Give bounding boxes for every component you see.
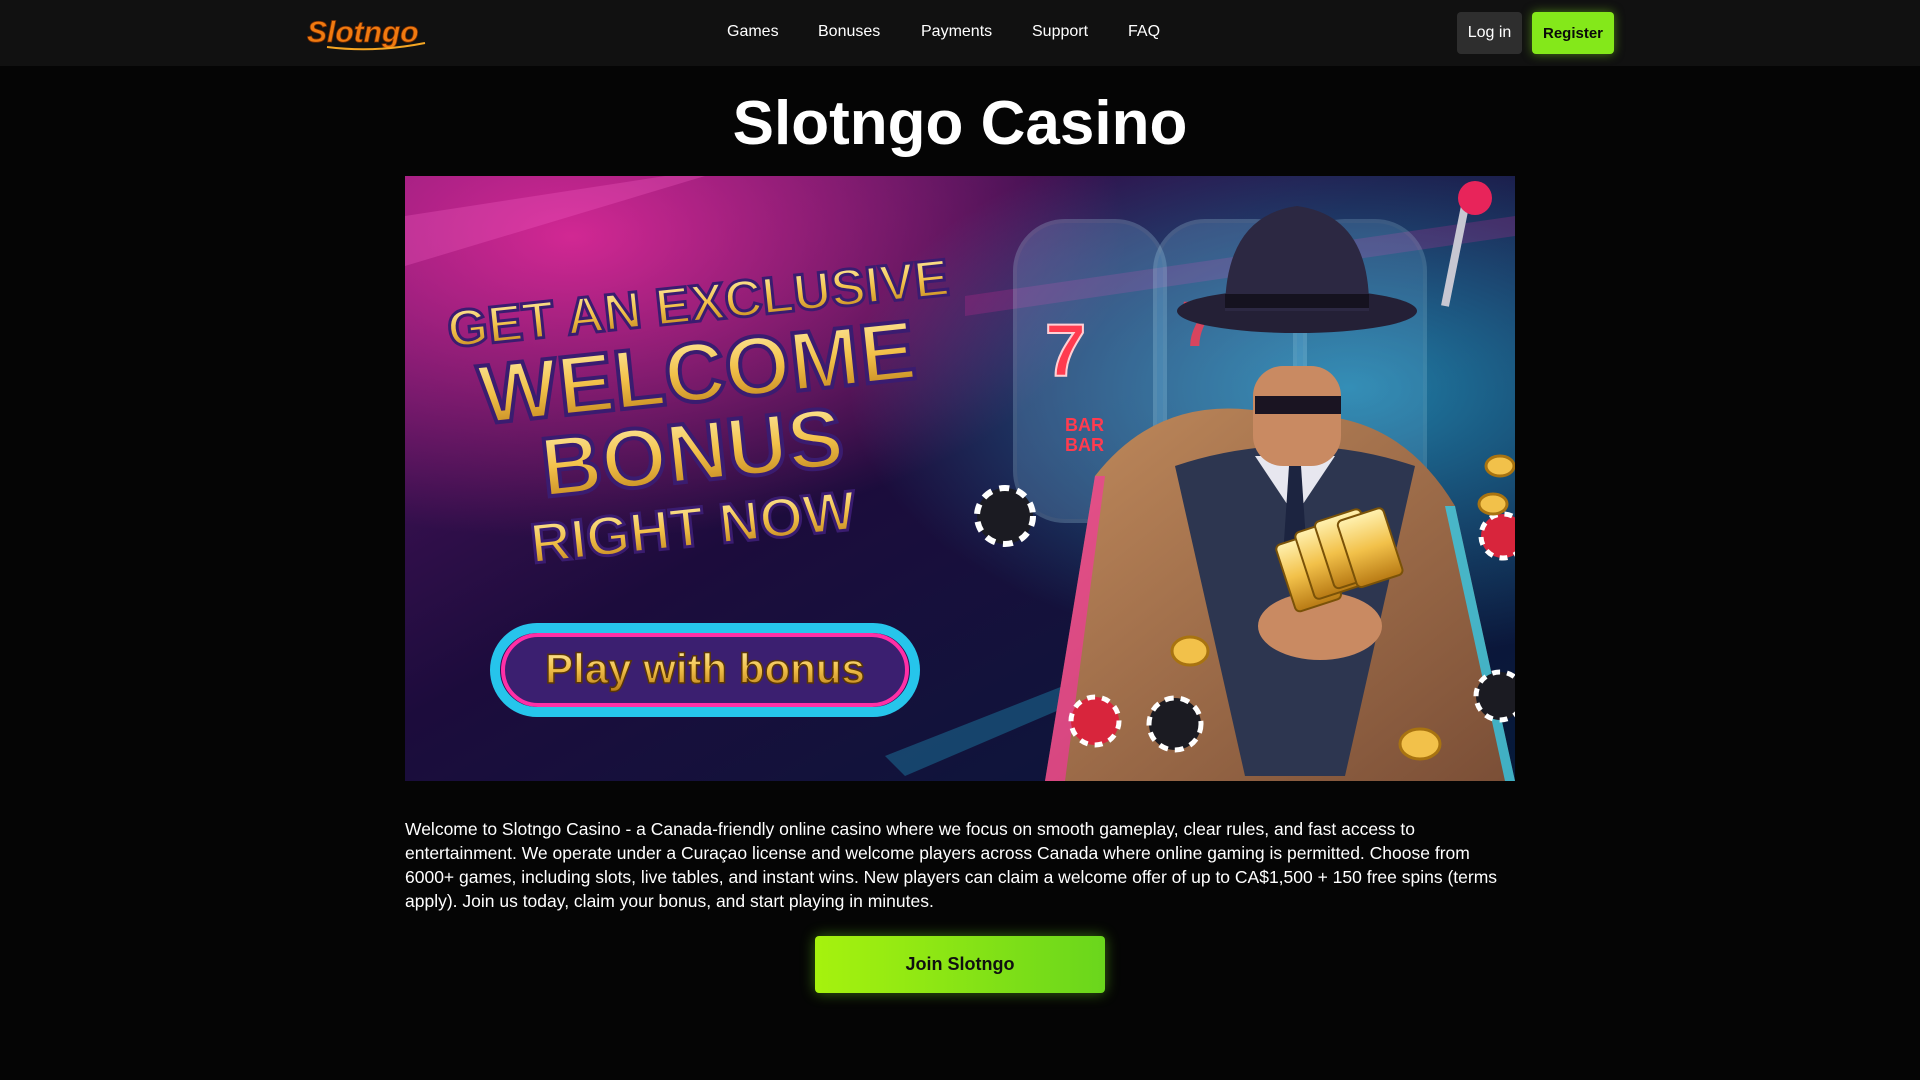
- svg-text:7: 7: [1045, 309, 1086, 392]
- play-with-bonus-label: Play with bonus: [545, 645, 865, 692]
- nav-support[interactable]: Support: [1032, 22, 1088, 42]
- main-nav: Games Bonuses Payments Support FAQ: [0, 0, 1920, 66]
- login-button[interactable]: Log in: [1457, 12, 1522, 54]
- nav-payments[interactable]: Payments: [921, 22, 992, 42]
- join-button[interactable]: Join Slotngo: [815, 936, 1105, 993]
- page-title: Slotngo Casino: [732, 89, 1188, 158]
- nav-games[interactable]: Games: [727, 22, 779, 42]
- svg-text:BAR: BAR: [1065, 415, 1104, 435]
- nav-faq[interactable]: FAQ: [1128, 22, 1160, 42]
- top-navigation-bar: Slotngo Games Bonuses Payments Support F…: [0, 0, 1920, 66]
- nav-bonuses[interactable]: Bonuses: [818, 22, 880, 42]
- banner-artwork: 7 7 BAR BAR GET AN EXCLUSIVE WELCOME BON…: [405, 176, 1515, 781]
- svg-text:BAR: BAR: [1065, 435, 1104, 455]
- register-button[interactable]: Register: [1532, 12, 1614, 54]
- welcome-bonus-banner[interactable]: 7 7 BAR BAR GET AN EXCLUSIVE WELCOME BON…: [405, 176, 1515, 781]
- intro-paragraph: Welcome to Slotngo Casino - a Canada-fri…: [405, 819, 1498, 911]
- play-with-bonus-button[interactable]: Play with bonus: [490, 623, 920, 717]
